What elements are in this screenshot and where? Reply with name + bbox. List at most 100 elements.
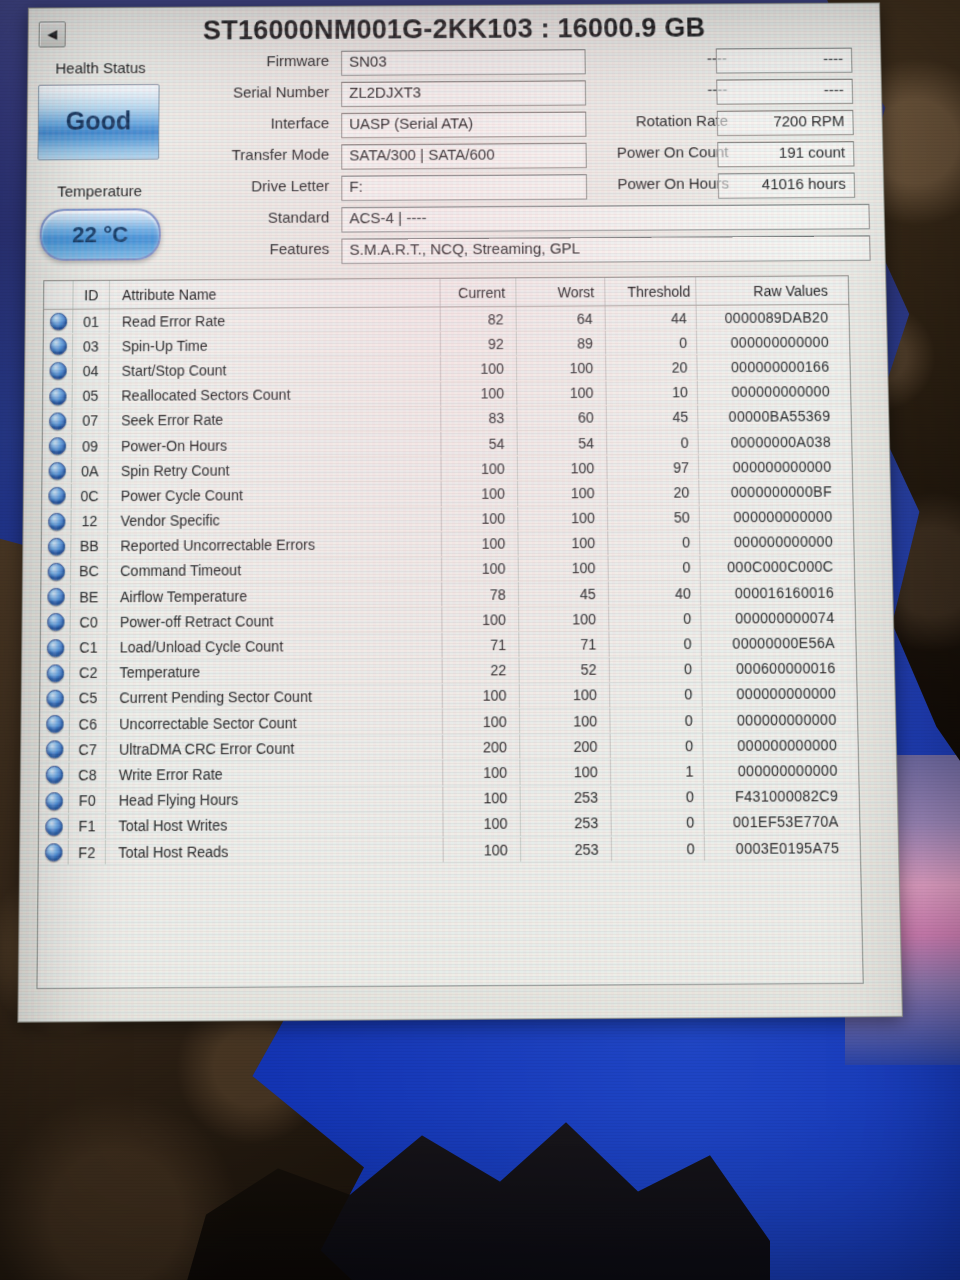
led-cell: [43, 359, 73, 384]
attr-worst: 253: [521, 836, 613, 862]
attr-threshold: 20: [606, 355, 698, 380]
attr-current: 100: [443, 760, 521, 786]
attr-current: 92: [440, 331, 517, 356]
attr-id: F0: [69, 788, 107, 814]
smart-attribute-row[interactable]: F2 Total Host Reads 100 253 0 0003E0195A75: [38, 834, 861, 866]
attr-raw-value: 0000089DAB20: [724, 308, 829, 326]
attr-current: 100: [440, 356, 518, 381]
attr-worst: 64: [516, 306, 606, 331]
column-header: Attribute Name: [109, 278, 441, 309]
attr-current: 100: [443, 811, 522, 837]
attr-current: 54: [441, 431, 518, 456]
attr-worst: 100: [519, 682, 611, 708]
attr-raw-value: 000000000000: [731, 383, 831, 401]
attr-threshold: 0: [611, 810, 705, 836]
status-led-blue-icon: [45, 740, 64, 759]
counter-field-label: Rotation Rate: [635, 112, 729, 131]
attr-raw-value: 0003E0195A75: [735, 838, 840, 857]
status-led-blue-icon: [46, 588, 65, 606]
attr-worst: 45: [518, 581, 610, 607]
attr-raw-value: 000000000074: [735, 609, 835, 627]
desktop-wallpaper: ◀ ST16000NM001G-2KK103 : 16000.9 GB Heal…: [0, 0, 960, 1280]
attr-worst: 100: [518, 530, 609, 556]
attr-current: 100: [442, 683, 520, 709]
led-cell: [39, 711, 70, 737]
status-led-blue-icon: [47, 512, 66, 531]
attr-threshold: 0: [610, 682, 703, 708]
attr-current: 100: [443, 785, 521, 811]
column-header: ID: [73, 280, 111, 309]
attr-current: 100: [443, 837, 522, 863]
attr-name: Start/Stop Count: [109, 356, 442, 383]
attr-threshold: 0: [609, 656, 703, 682]
attr-threshold: 45: [606, 405, 699, 430]
status-led-blue-icon: [46, 638, 64, 657]
attr-worst: 100: [517, 455, 608, 481]
attr-name: Current Pending Sector Count: [106, 683, 443, 711]
status-led-blue-icon: [45, 689, 64, 708]
led-cell: [41, 509, 72, 534]
attr-id: 03: [72, 334, 110, 359]
info-field-label: Standard: [267, 209, 330, 227]
attr-worst: 100: [520, 759, 612, 785]
led-cell: [40, 635, 71, 660]
led-cell: [43, 384, 73, 409]
led-cell: [41, 584, 72, 610]
counter-field-value: ----: [716, 78, 854, 105]
led-cell: [40, 610, 71, 635]
attr-raw-value: 000000000000: [732, 458, 832, 476]
status-led-blue-icon: [46, 613, 65, 632]
attr-worst: 253: [520, 785, 612, 811]
led-cell: [41, 559, 72, 584]
status-led-blue-icon: [48, 412, 66, 430]
attr-threshold: 0: [611, 835, 706, 862]
attr-name: Load/Unload Cycle Count: [107, 633, 443, 660]
attr-threshold: 44: [605, 305, 697, 331]
attr-id: 0A: [71, 458, 109, 484]
attr-current: 100: [441, 381, 518, 406]
attr-raw-value: 000000000000: [737, 736, 838, 754]
attr-id: F2: [68, 839, 107, 865]
attr-worst: 71: [519, 632, 610, 657]
attr-name: Temperature: [107, 658, 443, 685]
attr-name: Power-On Hours: [108, 431, 442, 458]
status-led-blue-icon: [47, 487, 66, 506]
attr-id: 01: [73, 309, 110, 334]
attr-id: C1: [70, 635, 108, 660]
attr-id: C5: [69, 686, 108, 711]
attr-id: C8: [69, 762, 107, 788]
attr-raw-value: 001EF53E770A: [732, 813, 839, 831]
attr-name: Vendor Specific: [108, 506, 442, 534]
led-cell: [39, 788, 70, 814]
attr-current: 100: [441, 481, 519, 506]
led-cell: [38, 814, 70, 840]
attr-name: Airflow Temperature: [107, 582, 443, 609]
attr-threshold: 10: [606, 380, 699, 405]
attr-id: 07: [72, 408, 110, 433]
attr-id: 12: [71, 508, 109, 534]
attr-raw-value: F431000082C9: [734, 787, 839, 806]
counter-field-value: ----: [715, 47, 853, 74]
column-header: Worst: [516, 277, 606, 306]
attr-threshold: 97: [607, 455, 700, 480]
status-led-blue-icon: [48, 387, 67, 405]
status-led-blue-icon: [48, 362, 67, 381]
back-button[interactable]: ◀: [38, 21, 66, 48]
status-led-blue-icon: [46, 664, 64, 683]
counter-field-row: Power On Count 191 count: [27, 141, 882, 171]
attr-worst: 52: [519, 657, 611, 683]
attr-raw-value: 000000000000: [737, 761, 838, 780]
attr-threshold: 20: [607, 480, 700, 505]
status-led-blue-icon: [49, 312, 67, 331]
led-cell: [40, 660, 71, 686]
attr-id: 05: [72, 383, 110, 409]
status-led-blue-icon: [47, 462, 66, 480]
status-led-blue-icon: [49, 337, 67, 356]
attr-worst: 100: [518, 556, 609, 581]
attr-current: 100: [442, 556, 519, 582]
status-led-blue-icon: [44, 843, 63, 862]
attr-worst: 100: [516, 355, 607, 381]
header-led-spacer: [44, 281, 74, 309]
attr-worst: 100: [518, 505, 609, 531]
attr-worst: 253: [520, 810, 612, 837]
